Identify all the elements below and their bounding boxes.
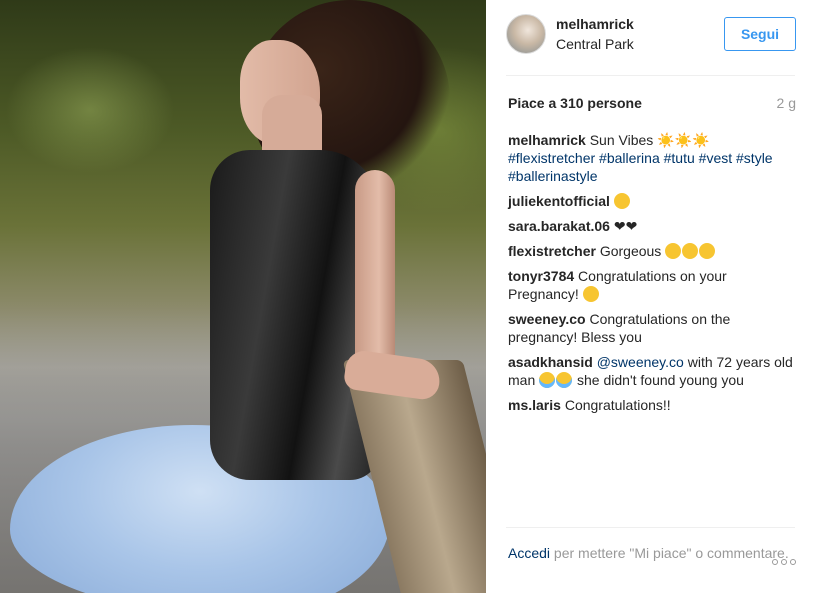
list-item: sweeney.co Congratulations on the pregna… — [508, 310, 798, 346]
header-divider — [506, 75, 795, 76]
post-header: melhamrick Central Park Segui — [506, 12, 798, 60]
comments-list: melhamrick Sun Vibes ☀️☀️☀️ #flexistretc… — [508, 131, 798, 421]
comment-text-continued: she didn't found young you — [577, 372, 744, 388]
login-prompt: Accedi per mettere "Mi piace" o commenta… — [508, 544, 798, 563]
list-item: ms.laris Congratulations!! — [508, 396, 798, 414]
comment-username[interactable]: tonyr3784 — [508, 268, 574, 284]
more-options-icon[interactable] — [772, 557, 798, 567]
comment-username[interactable]: asadkhansid — [508, 354, 593, 370]
avatar[interactable] — [506, 14, 546, 54]
list-item: flexistretcher Gorgeous — [508, 242, 798, 260]
heart-eyes-emoji-icon — [613, 193, 630, 209]
comment-username[interactable]: flexistretcher — [508, 243, 596, 259]
caption-hashtags[interactable]: #flexistretcher #ballerina #tutu #vest #… — [508, 150, 773, 184]
likes-row: Piace a 310 persone 2 g — [508, 95, 796, 113]
footer-divider — [506, 527, 795, 528]
heart-eyes-emoji-icon — [699, 243, 716, 259]
caption-username[interactable]: melhamrick — [508, 132, 586, 148]
post-side-panel: melhamrick Central Park Segui Piace a 31… — [486, 0, 820, 593]
comment-text: ❤❤ — [613, 218, 638, 234]
caption: melhamrick Sun Vibes ☀️☀️☀️ #flexistretc… — [508, 131, 798, 185]
list-item: asadkhansid @sweeney.co with 72 years ol… — [508, 353, 798, 389]
comment-username[interactable]: sara.barakat.06 — [508, 218, 610, 234]
comment-username[interactable]: ms.laris — [508, 397, 561, 413]
comment-username[interactable]: juliekentofficial — [508, 193, 610, 209]
comment-username[interactable]: sweeney.co — [508, 311, 586, 327]
follow-button[interactable]: Segui — [724, 17, 796, 51]
sun-emoji-icon: ☀️☀️☀️ — [657, 132, 710, 148]
likes-count[interactable]: Piace a 310 persone — [508, 95, 642, 111]
comment-text: Gorgeous — [599, 243, 662, 259]
tears-of-joy-emoji-icon — [539, 372, 556, 388]
login-prompt-text: per mettere "Mi piace" o commentare. — [553, 545, 789, 561]
caption-text: Sun Vibes — [589, 132, 654, 148]
comment-mention[interactable]: @sweeney.co — [597, 354, 684, 370]
list-item: tonyr3784 Congratulations on your Pregna… — [508, 267, 798, 303]
post-username[interactable]: melhamrick — [556, 16, 634, 32]
heart-eyes-emoji-icon — [665, 243, 682, 259]
heart-eyes-emoji-icon — [682, 243, 699, 259]
post-time-ago[interactable]: 2 g — [777, 95, 796, 111]
post-location[interactable]: Central Park — [556, 36, 634, 52]
smile-emoji-icon — [582, 286, 599, 302]
list-item: juliekentofficial — [508, 192, 798, 210]
list-item: sara.barakat.06 ❤❤ — [508, 217, 798, 235]
post-photo — [0, 0, 486, 593]
comment-text: Congratulations!! — [564, 397, 671, 413]
tears-of-joy-emoji-icon — [556, 372, 573, 388]
login-link[interactable]: Accedi — [508, 545, 550, 561]
